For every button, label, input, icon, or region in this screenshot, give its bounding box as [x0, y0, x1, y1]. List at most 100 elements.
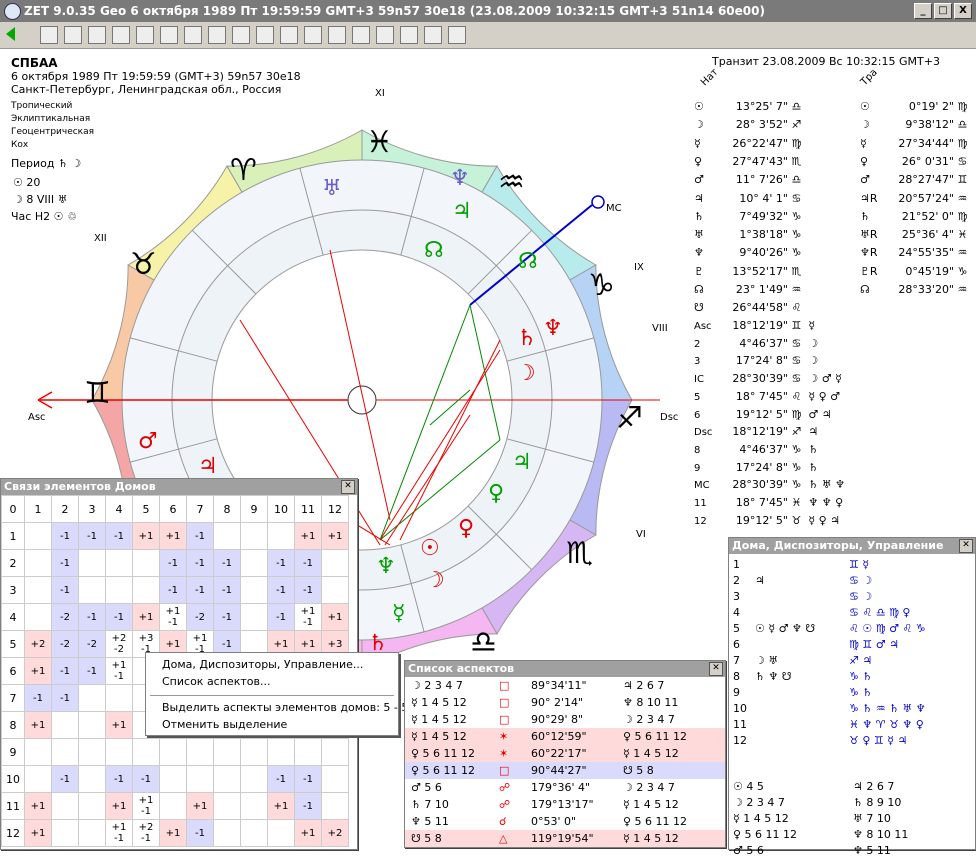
clock-icon[interactable]	[304, 26, 322, 44]
grid-cell[interactable]: -1	[267, 576, 295, 604]
grid-cell[interactable]: -1	[132, 765, 160, 793]
grid-cell[interactable]	[78, 684, 106, 712]
grid-cell[interactable]	[240, 738, 268, 766]
grid-cell[interactable]	[105, 738, 133, 766]
grid-cell[interactable]: +2	[24, 630, 52, 658]
grid-cell[interactable]: +1	[321, 522, 349, 550]
grid-cell[interactable]: -1	[51, 765, 79, 793]
grid-cell[interactable]: -1	[78, 603, 106, 631]
grid-cell[interactable]	[51, 738, 79, 766]
grid-cell[interactable]	[132, 576, 160, 604]
g-icon[interactable]	[184, 26, 202, 44]
aspect-row[interactable]: ♂ 5 6 ☍ 179°36' 4" ☽ 2 3 4 7	[405, 779, 725, 796]
layout-icon[interactable]	[352, 26, 370, 44]
grid-cell[interactable]: -2	[186, 603, 214, 631]
grid-cell[interactable]	[240, 603, 268, 631]
grid-cell[interactable]: +1	[186, 792, 214, 820]
close-button[interactable]: X	[954, 3, 972, 19]
grid-cell[interactable]	[24, 765, 52, 793]
grid-cell[interactable]	[51, 792, 79, 820]
grid-cell[interactable]: -1	[186, 576, 214, 604]
grid-cell[interactable]: +1 -1	[105, 657, 133, 685]
grid-icon[interactable]	[280, 26, 298, 44]
grid-cell[interactable]: +1	[105, 792, 133, 820]
maximize-button[interactable]: □	[934, 3, 952, 19]
dispositors-panel[interactable]: Дома, Диспозиторы, Управление ✕ 1 ♊ ☿ 2 ♃ ♋ ☽…	[728, 537, 976, 857]
grid-cell[interactable]	[78, 792, 106, 820]
grid-cell[interactable]: -1	[213, 549, 241, 577]
grid-cell[interactable]	[132, 549, 160, 577]
grid-cell[interactable]	[105, 576, 133, 604]
grid-cell[interactable]: -1	[294, 765, 322, 793]
document-icon[interactable]	[256, 26, 274, 44]
grid-cell[interactable]	[24, 603, 52, 631]
grid-cell[interactable]	[213, 792, 241, 820]
close-icon[interactable]: ✕	[959, 539, 973, 553]
grid-cell[interactable]: -2	[78, 630, 106, 658]
grid-cell[interactable]	[24, 522, 52, 550]
grid-cell[interactable]: -1	[51, 576, 79, 604]
grid-cell[interactable]: -1	[24, 684, 52, 712]
grid-cell[interactable]	[321, 576, 349, 604]
grid-cell[interactable]: -1	[186, 819, 214, 847]
grid-cell[interactable]	[213, 522, 241, 550]
table-icon[interactable]	[40, 26, 58, 44]
grid-cell[interactable]	[24, 576, 52, 604]
close-icon[interactable]: ✕	[341, 480, 355, 494]
grid-cell[interactable]: +1 -1	[159, 603, 187, 631]
grid-cell[interactable]: +1	[105, 711, 133, 739]
circle-icon[interactable]	[376, 26, 394, 44]
grid-cell[interactable]	[78, 738, 106, 766]
book-icon[interactable]	[232, 26, 250, 44]
grid-cell[interactable]: -1	[267, 765, 295, 793]
search-icon[interactable]	[208, 26, 226, 44]
grid-cell[interactable]: -1	[51, 522, 79, 550]
aspect-row[interactable]: ♀ 5 6 11 12 □ 90°44'27" ☋ 5 8	[405, 762, 725, 779]
grid-cell[interactable]	[186, 765, 214, 793]
grid-cell[interactable]: +1	[132, 603, 160, 631]
grid-cell[interactable]	[213, 819, 241, 847]
grid-cell[interactable]: -1	[51, 684, 79, 712]
grid-cell[interactable]: +1 -1	[294, 603, 322, 631]
grid-cell[interactable]: -1	[294, 792, 322, 820]
grid-cell[interactable]: +1	[24, 792, 52, 820]
grid-cell[interactable]	[51, 711, 79, 739]
grid-cell[interactable]: -1	[78, 657, 106, 685]
grid-cell[interactable]: +1	[321, 603, 349, 631]
grid-cell[interactable]: -2	[51, 603, 79, 631]
grid-cell[interactable]: +2	[321, 819, 349, 847]
user-icon[interactable]	[424, 26, 442, 44]
grid-cell[interactable]: -1	[213, 576, 241, 604]
grid-cell[interactable]	[51, 819, 79, 847]
grid-cell[interactable]: +2 -2	[105, 630, 133, 658]
grid-cell[interactable]: +1	[294, 522, 322, 550]
context-menu[interactable]: Дома, Диспозиторы, Управление... Список …	[145, 652, 408, 736]
grid-cell[interactable]: +1	[24, 819, 52, 847]
close-icon[interactable]: ✕	[709, 662, 723, 676]
grid-cell[interactable]	[321, 549, 349, 577]
grid-cell[interactable]	[321, 765, 349, 793]
menu-item-select[interactable]: Выделить аспекты элементов домов: 5 - 5	[162, 701, 408, 714]
grid-cell[interactable]: -1	[294, 549, 322, 577]
grid-cell[interactable]: +1	[294, 819, 322, 847]
grid-cell[interactable]	[24, 549, 52, 577]
grid-cell[interactable]: +1	[159, 819, 187, 847]
grid-cell[interactable]	[240, 765, 268, 793]
settings-icon[interactable]	[448, 26, 466, 44]
grid-cell[interactable]	[321, 792, 349, 820]
grid-cell[interactable]	[105, 684, 133, 712]
globe-icon[interactable]	[64, 26, 82, 44]
grid-cell[interactable]	[213, 738, 241, 766]
grid-cell[interactable]	[159, 738, 187, 766]
grid-cell[interactable]: +1	[132, 522, 160, 550]
grid-cell[interactable]	[186, 738, 214, 766]
grid-cell[interactable]: -1	[51, 549, 79, 577]
grid-cell[interactable]: -1	[159, 549, 187, 577]
grid-cell[interactable]	[159, 792, 187, 820]
grid-cell[interactable]: +1	[159, 522, 187, 550]
grid-cell[interactable]	[78, 819, 106, 847]
grid-cell[interactable]	[159, 765, 187, 793]
wheel-icon[interactable]	[88, 26, 106, 44]
grid-cell[interactable]	[267, 738, 295, 766]
grid-cell[interactable]: -1	[78, 522, 106, 550]
